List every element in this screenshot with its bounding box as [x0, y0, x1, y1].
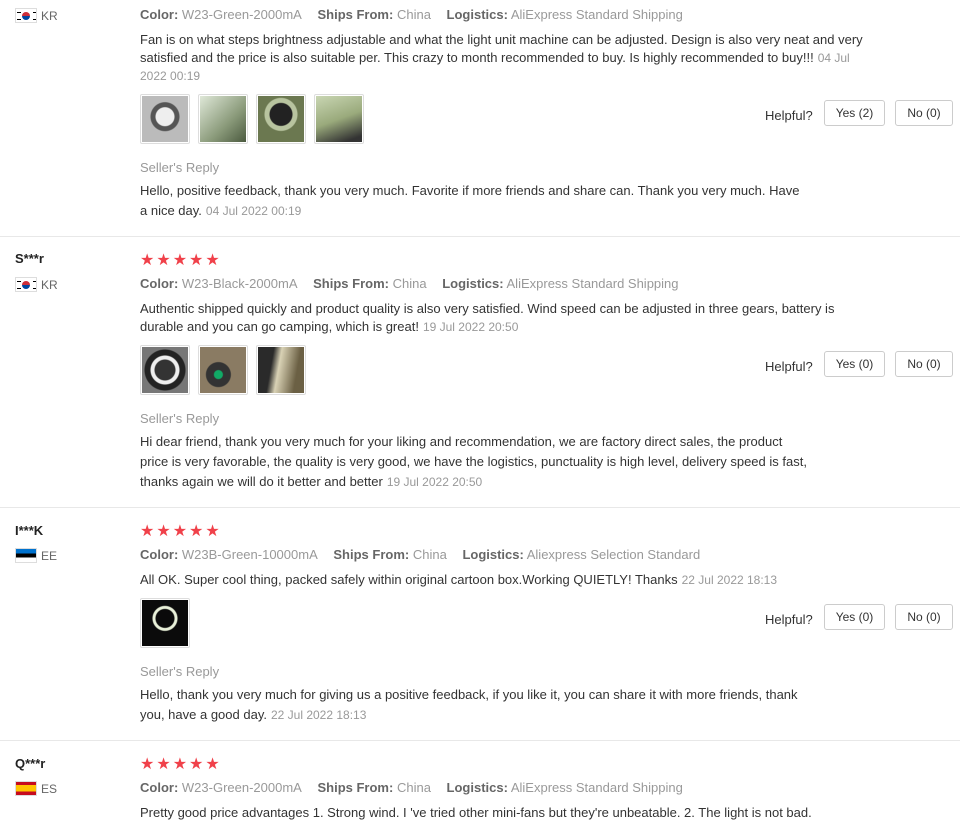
helpful-no-button[interactable]: No (0) [895, 604, 953, 630]
kr-flag-icon [15, 277, 37, 292]
ee-flag-icon [15, 548, 37, 563]
seller-reply-title: Seller's Reply [140, 411, 220, 426]
review-text: Pretty good price advantages 1. Strong w… [140, 805, 812, 820]
seller-reply-date: 22 Jul 2022 18:13 [270, 708, 367, 722]
rating-stars: ★★★★★ [140, 756, 222, 773]
helpful-label: Helpful? [765, 612, 813, 627]
review-text: Authentic shipped quickly and product qu… [140, 301, 835, 334]
review-photo[interactable] [198, 94, 248, 144]
review-date: 19 Jul 2022 20:50 [422, 320, 519, 334]
es-flag-icon [15, 781, 37, 796]
review-photo[interactable] [140, 94, 190, 144]
helpful-no-button[interactable]: No (0) [895, 100, 953, 126]
seller-reply-text: Hello, positive feedback, thank you very… [140, 183, 800, 218]
reviewer-country: KR [15, 8, 58, 23]
sku-info: Color: W23-Green-2000mA Ships From: Chin… [140, 7, 683, 22]
review-item: S***r KR ★★★★★ Color: W23-Black-2000mA S… [0, 237, 960, 508]
helpful-label: Helpful? [765, 359, 813, 374]
sku-info: Color: W23-Green-2000mA Ships From: Chin… [140, 780, 683, 795]
review-text: All OK. Super cool thing, packed safely … [140, 572, 778, 587]
review-photo[interactable] [140, 598, 190, 648]
review-item: KR Color: W23-Green-2000mA Ships From: C… [0, 0, 960, 237]
helpful-label: Helpful? [765, 108, 813, 123]
helpful-yes-button[interactable]: Yes (2) [824, 100, 885, 126]
seller-reply-title: Seller's Reply [140, 664, 220, 679]
reviewer-name: I***K [15, 523, 44, 538]
reviewer-name: S***r [15, 251, 44, 266]
reviewer-name: Q***r [15, 756, 46, 771]
rating-stars: ★★★★★ [140, 252, 222, 269]
reviewer-country: KR [15, 277, 58, 292]
helpful-yes-button[interactable]: Yes (0) [824, 351, 885, 377]
helpful-yes-button[interactable]: Yes (0) [824, 604, 885, 630]
seller-reply-text: Hello, thank you very much for giving us… [140, 687, 798, 722]
kr-flag-icon [15, 8, 37, 23]
review-photo[interactable] [256, 94, 306, 144]
review-date: 22 Jul 2022 18:13 [681, 573, 778, 587]
review-text: Fan is on what steps brightness adjustab… [140, 32, 863, 83]
rating-stars: ★★★★★ [140, 523, 222, 540]
review-photo[interactable] [140, 345, 190, 395]
seller-reply-date: 04 Jul 2022 00:19 [205, 204, 302, 218]
reviewer-country: ES [15, 781, 57, 796]
review-photo[interactable] [314, 94, 364, 144]
helpful-no-button[interactable]: No (0) [895, 351, 953, 377]
review-photo[interactable] [256, 345, 306, 395]
reviewer-country: EE [15, 548, 57, 563]
seller-reply-text: Hi dear friend, thank you very much for … [140, 434, 807, 489]
sku-info: Color: W23-Black-2000mA Ships From: Chin… [140, 276, 679, 291]
review-item: I***K EE ★★★★★ Color: W23B-Green-10000mA… [0, 508, 960, 741]
seller-reply-date: 19 Jul 2022 20:50 [386, 475, 483, 489]
review-item: Q***r ES ★★★★★ Color: W23-Green-2000mA S… [0, 741, 960, 826]
sku-info: Color: W23B-Green-10000mA Ships From: Ch… [140, 547, 701, 562]
review-photo[interactable] [198, 345, 248, 395]
seller-reply-title: Seller's Reply [140, 160, 220, 175]
